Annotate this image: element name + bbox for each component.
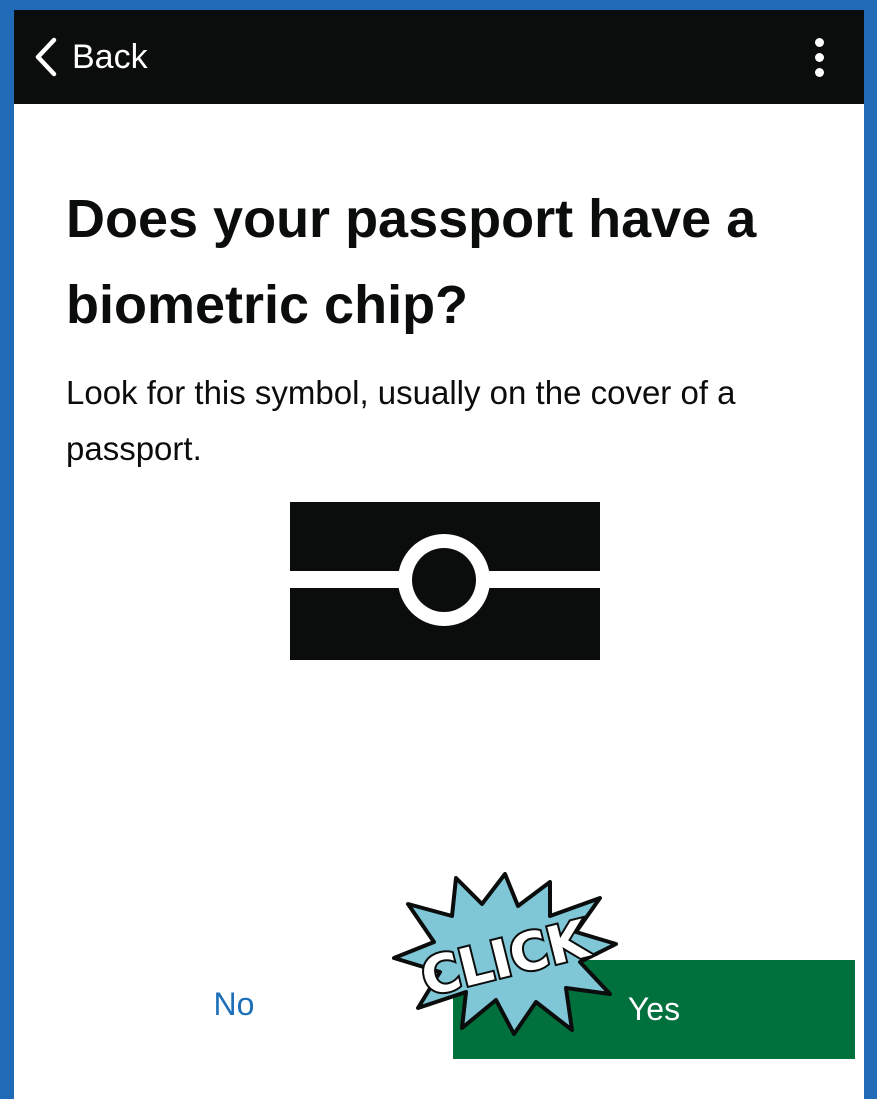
top-bar: Back — [14, 10, 864, 104]
chevron-left-icon — [35, 37, 57, 77]
more-vertical-icon[interactable] — [810, 36, 830, 80]
app-screen: Back Does your passport have a biometric… — [14, 10, 864, 1099]
click-sticker: CLICK — [392, 872, 618, 1036]
biometric-chip-icon — [290, 502, 600, 660]
back-label: Back — [72, 37, 148, 76]
page-title: Does your passport have a biometric chip… — [66, 189, 757, 335]
back-button[interactable]: Back — [34, 32, 148, 82]
no-button[interactable]: No — [154, 970, 314, 1038]
page-description: Look for this symbol, usually on the cov… — [66, 374, 736, 467]
